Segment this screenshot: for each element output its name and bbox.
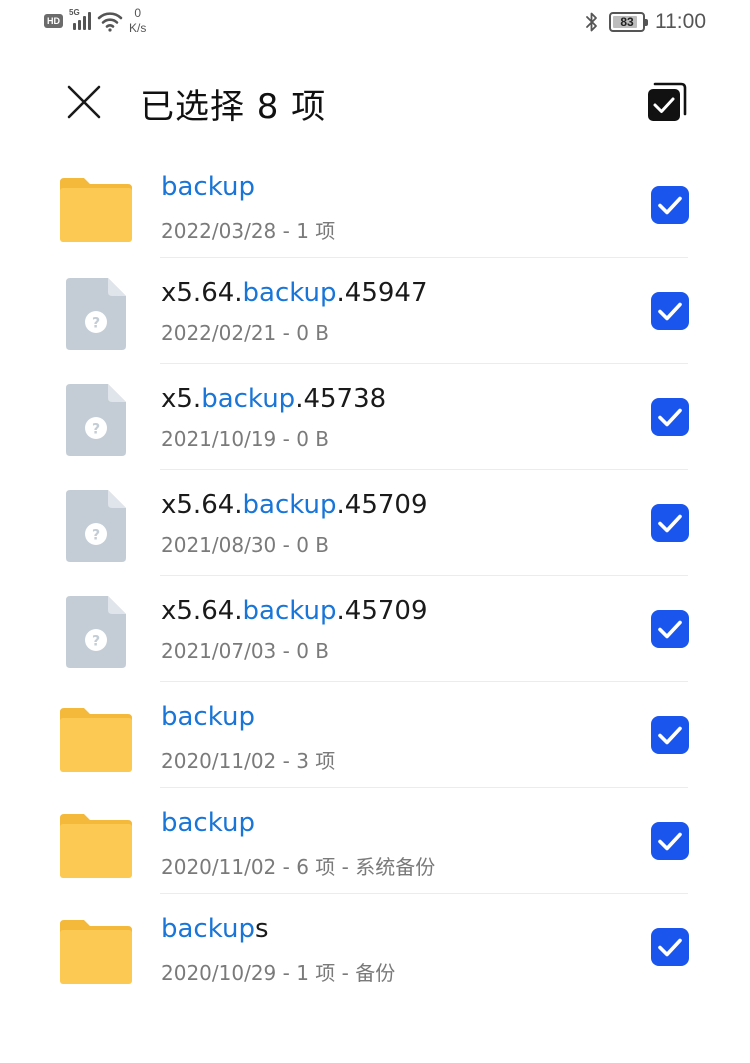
folder-list-item[interactable]: backups 2020/10/29 - 1 项 - 备份 — [0, 894, 750, 1000]
checkmark-icon — [658, 408, 682, 427]
file-name-text: .45947 — [336, 278, 428, 308]
close-icon[interactable] — [62, 80, 106, 124]
folder-icon — [60, 176, 132, 242]
bluetooth-icon — [586, 12, 597, 32]
selection-header: 已选择 8 项 — [0, 62, 750, 142]
search-match-text: backup — [242, 490, 337, 520]
checkmark-icon — [658, 832, 682, 851]
folder-list-item[interactable]: backup 2020/11/02 - 6 项 - 系统备份 — [0, 788, 750, 894]
checkmark-icon — [658, 302, 682, 321]
file-list-item[interactable]: ? x5.64.backup.45709 2021/07/03 - 0 B — [0, 576, 750, 682]
file-list: backup 2022/03/28 - 1 项? x5.64.backup.4594… — [0, 152, 750, 1000]
checkmark-icon — [658, 726, 682, 745]
select-all-icon[interactable] — [646, 81, 688, 123]
speed-value: 0 — [134, 6, 142, 20]
svg-text:?: ? — [92, 634, 100, 650]
unknown-file-icon: ? — [66, 596, 126, 668]
file-name: x5.backup.45738 — [161, 384, 386, 414]
file-name-text: .45709 — [336, 596, 428, 626]
file-list-item[interactable]: ? x5.64.backup.45947 2022/02/21 - 0 B — [0, 258, 750, 364]
checkmark-icon — [658, 514, 682, 533]
status-right: 83 11:00 — [585, 10, 706, 34]
battery-icon: 83 — [609, 12, 648, 32]
file-name-text: x5.64. — [161, 596, 243, 626]
status-bar: HD 5G 0 K/s 83 11:00 — [0, 0, 750, 48]
folder-icon — [60, 812, 132, 878]
file-name-text: x5.64. — [161, 278, 243, 308]
file-meta: 2021/10/19 - 0 B — [161, 427, 330, 451]
file-list-item[interactable]: ? x5.backup.45738 2021/10/19 - 0 B — [0, 364, 750, 470]
unknown-file-icon: ? — [66, 278, 126, 350]
select-checkbox[interactable] — [651, 292, 689, 330]
hd-icon: HD — [44, 14, 63, 28]
file-name: x5.64.backup.45947 — [161, 278, 428, 308]
unknown-file-icon: ? — [66, 490, 126, 562]
file-name: x5.64.backup.45709 — [161, 490, 428, 520]
select-checkbox[interactable] — [651, 610, 689, 648]
file-name: backups — [161, 914, 269, 944]
select-checkbox[interactable] — [651, 822, 689, 860]
file-meta: 2020/11/02 - 6 项 - 系统备份 — [161, 855, 436, 879]
search-match-text: backup — [161, 914, 255, 944]
file-name-text: x5.64. — [161, 490, 243, 520]
search-match-text: backup — [161, 702, 255, 732]
select-checkbox[interactable] — [651, 504, 689, 542]
status-left: HD 5G 0 K/s — [44, 6, 146, 36]
checkmark-icon — [658, 196, 682, 215]
file-meta: 2020/11/02 - 3 项 — [161, 749, 336, 773]
battery-percent: 83 — [620, 15, 634, 29]
search-match-text: backup — [201, 384, 296, 414]
file-list-item[interactable]: ? x5.64.backup.45709 2021/08/30 - 0 B — [0, 470, 750, 576]
checkmark-icon — [658, 938, 682, 957]
folder-icon — [60, 706, 132, 772]
svg-text:?: ? — [92, 528, 100, 544]
folder-list-item[interactable]: backup 2022/03/28 - 1 项 — [0, 152, 750, 258]
file-meta: 2022/03/28 - 1 项 — [161, 219, 336, 243]
network-type-label: 5G — [69, 8, 80, 17]
select-checkbox[interactable] — [651, 928, 689, 966]
select-checkbox[interactable] — [651, 716, 689, 754]
folder-list-item[interactable]: backup 2020/11/02 - 3 项 — [0, 682, 750, 788]
file-name: backup — [161, 808, 255, 838]
file-name-text: x5. — [161, 384, 202, 414]
file-name-text: .45709 — [336, 490, 428, 520]
file-name-text: s — [254, 914, 269, 944]
file-meta: 2022/02/21 - 0 B — [161, 321, 330, 345]
speed-unit: K/s — [129, 21, 147, 35]
signal-icon: 5G — [69, 8, 91, 30]
svg-text:?: ? — [92, 422, 100, 438]
file-meta: 2021/08/30 - 0 B — [161, 533, 330, 557]
file-name: backup — [161, 702, 255, 732]
svg-text:?: ? — [92, 316, 100, 332]
search-match-text: backup — [242, 596, 337, 626]
file-name-text: .45738 — [295, 384, 387, 414]
checkmark-icon — [658, 620, 682, 639]
folder-icon — [60, 918, 132, 984]
wifi-icon — [97, 12, 123, 32]
network-speed: 0 K/s — [129, 6, 146, 36]
status-time: 11:00 — [655, 10, 706, 33]
page-title: 已选择 8 项 — [140, 87, 327, 127]
file-name: x5.64.backup.45709 — [161, 596, 428, 626]
file-meta: 2021/07/03 - 0 B — [161, 639, 330, 663]
file-name: backup — [161, 172, 255, 202]
search-match-text: backup — [242, 278, 337, 308]
select-checkbox[interactable] — [651, 398, 689, 436]
file-meta: 2020/10/29 - 1 项 - 备份 — [161, 961, 396, 985]
select-checkbox[interactable] — [651, 186, 689, 224]
search-match-text: backup — [161, 808, 255, 838]
search-match-text: backup — [161, 172, 255, 202]
unknown-file-icon: ? — [66, 384, 126, 456]
